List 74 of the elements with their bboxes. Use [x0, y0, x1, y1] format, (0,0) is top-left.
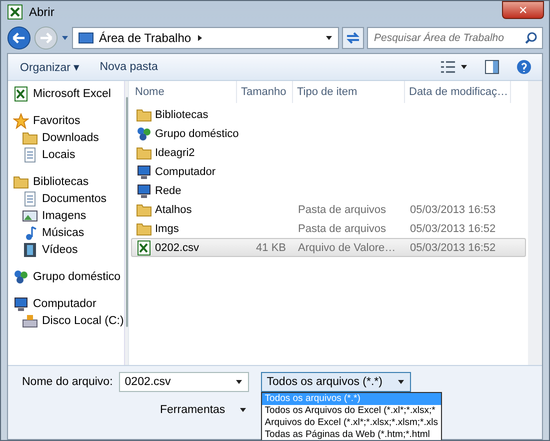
file-date: 05/03/2013 16:52 [410, 242, 496, 254]
sidebar-item[interactable]: Disco Local (C:) [8, 312, 124, 329]
sidebar-item[interactable]: Bibliotecas [8, 173, 124, 190]
file-name: Grupo doméstico [155, 128, 239, 140]
file-name: Imgs [155, 222, 179, 234]
file-row[interactable]: Atalhos Pasta de arquivos 05/03/2013 16:53 [131, 200, 526, 219]
caret-icon[interactable] [239, 406, 248, 414]
tools-button[interactable]: Ferramentas [156, 402, 230, 418]
preview-pane-icon[interactable] [484, 59, 500, 75]
help-icon[interactable] [516, 59, 532, 75]
sidebar-item[interactable]: Músicas [8, 224, 124, 241]
file-type: Pasta de arquivos [298, 222, 386, 234]
caret-icon [234, 378, 243, 386]
file-name: Ideagri2 [155, 146, 195, 158]
field-label: Nome do arquivo: [22, 376, 113, 388]
spreadsheet-icon [136, 240, 152, 256]
file-name: Bibliotecas [155, 108, 208, 120]
film-icon [22, 242, 38, 258]
sidebar-item[interactable]: Microsoft Excel [8, 85, 124, 102]
file-date: 05/03/2013 16:52 [410, 222, 496, 234]
file-row[interactable]: Imgs Pasta de arquivos 05/03/2013 16:52 [131, 219, 526, 238]
file-date: 05/03/2013 16:53 [410, 204, 496, 216]
sidebar-item[interactable]: Locais [8, 146, 124, 163]
computer-icon [136, 164, 152, 180]
sidebar-item[interactable]: Downloads [8, 129, 124, 146]
file-row[interactable]: Computador [131, 162, 526, 181]
chevron-icon[interactable] [196, 34, 204, 42]
file-type: Pasta de arquivos [298, 204, 386, 216]
view-list-icon[interactable] [440, 59, 456, 75]
caret-icon[interactable] [325, 34, 333, 42]
computer-icon [13, 296, 29, 312]
document-icon [22, 190, 38, 206]
window-title: Abrir [29, 5, 54, 19]
column-header[interactable]: Tipo de item [293, 81, 405, 103]
new-folder-button[interactable]: Nova pasta [92, 58, 166, 76]
sidebar-item[interactable]: Vídeos [8, 241, 124, 258]
sidebar-item[interactable]: Documentos [8, 190, 124, 207]
sidebar-item[interactable]: Favoritos [8, 112, 124, 129]
caret-icon[interactable] [460, 63, 468, 71]
drive-icon [22, 312, 38, 328]
file-row[interactable]: Ideagri2 [131, 143, 526, 162]
file-row[interactable]: Bibliotecas [131, 105, 526, 124]
file-name: 0202.csv [155, 242, 200, 254]
back-button[interactable] [7, 26, 31, 50]
dropdown-option[interactable]: Arquivos do Excel (*.xl*;*.xlsx;*.xlsm;*.xls [262, 417, 441, 429]
filename-field[interactable]: 0202.csv [118, 372, 249, 392]
scrollbar[interactable] [124, 81, 128, 365]
address-path[interactable]: Área de Trabalho [99, 31, 192, 45]
file-name: Computador [155, 166, 216, 178]
file-row[interactable]: 0202.csv 41 KB Arquivo de Valore… 05/03/2013 16:52 [131, 238, 526, 257]
dropdown-option[interactable]: Todas as Páginas da Web (*.htm;*.html [262, 429, 441, 440]
scrollbar[interactable] [528, 81, 542, 365]
sidebar-item[interactable]: Computador [8, 295, 124, 312]
file-type: Arquivo de Valore… [298, 242, 396, 254]
spreadsheet-icon [7, 4, 23, 20]
search-icon [524, 31, 538, 45]
file-size: 41 KB [256, 242, 286, 254]
refresh-icon[interactable] [342, 27, 364, 49]
organize-button[interactable]: Organizar ▾ [12, 57, 88, 77]
file-type-dropdown[interactable]: Todos os arquivos (*.*) [260, 372, 411, 392]
dropdown-option[interactable]: Todos os Arquivos do Excel (*.xl*;*.xlsx;* [262, 405, 441, 417]
file-name: Rede [155, 184, 182, 196]
sidebar-item[interactable]: Imagens [8, 207, 124, 224]
column-header[interactable]: Tamanho [237, 81, 293, 103]
address-bar[interactable]: Área de Trabalho [72, 27, 339, 49]
sidebar-item[interactable]: Grupo doméstico [8, 268, 124, 285]
file-row[interactable]: Grupo doméstico [131, 124, 526, 143]
file-name: Atalhos [155, 204, 192, 216]
column-header[interactable]: Nome [131, 81, 237, 103]
spreadsheet-icon [13, 86, 29, 102]
file-row[interactable]: Rede [131, 181, 526, 200]
search-field[interactable]: Pesquisar Área de Trabalho [367, 27, 543, 49]
column-header[interactable]: Data de modificaç… [405, 81, 511, 103]
caret-icon [396, 378, 405, 386]
